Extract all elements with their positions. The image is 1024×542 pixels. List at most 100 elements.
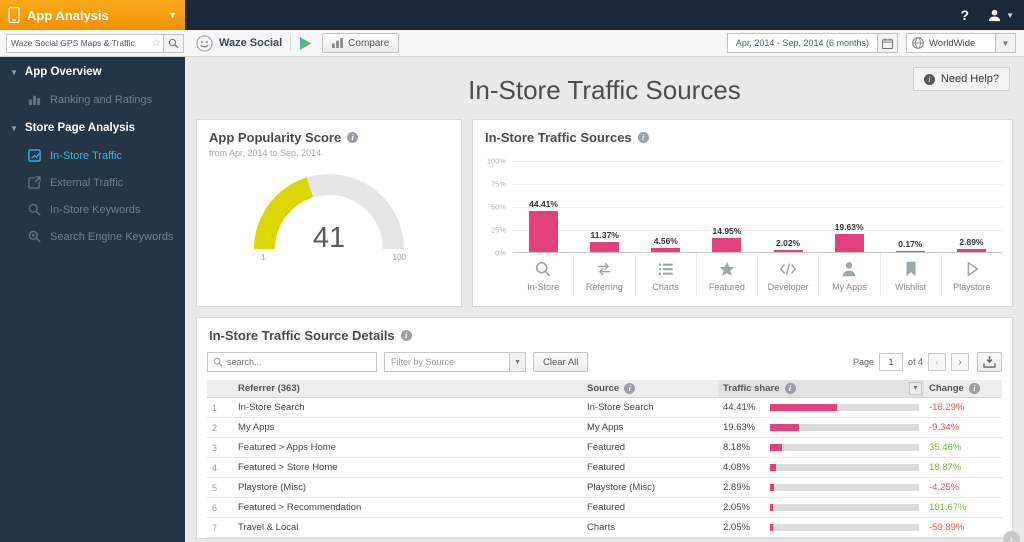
share-bar-fill	[770, 404, 837, 411]
info-icon[interactable]: i	[400, 330, 412, 341]
source-header[interactable]: Source i	[582, 380, 718, 398]
bar-chart-icon	[332, 38, 344, 48]
next-page-button[interactable]: ›	[951, 353, 969, 371]
sidebar-item-external-traffic[interactable]: External Traffic	[0, 169, 185, 196]
item-label: In-Store Traffic	[50, 149, 122, 162]
sidebar-item-ranking-and-ratings[interactable]: Ranking and Ratings	[0, 86, 185, 113]
share-bar-track	[770, 504, 919, 511]
filter-by-source-select[interactable]: Filter by Source ▼	[384, 352, 526, 372]
chevron-down-icon: ▼	[509, 353, 525, 371]
app-analysis-menu[interactable]: App Analysis ▼	[0, 0, 185, 30]
table-row[interactable]: 7 Travel & Local Charts 2.05% -59.89%	[207, 517, 1002, 538]
bar-wishlist[interactable]	[895, 251, 925, 252]
mobile-app-icon	[8, 7, 20, 23]
info-icon[interactable]: i	[784, 383, 796, 394]
clear-all-button[interactable]: Clear All	[533, 352, 589, 372]
magnifier-icon	[28, 203, 41, 216]
sidebar-section-app-overview[interactable]: ▼ App Overview	[0, 57, 185, 86]
category-in-store[interactable]: In-Store	[513, 253, 573, 296]
app-search-box: ☆	[6, 33, 184, 53]
export-button[interactable]	[977, 352, 1002, 372]
info-icon[interactable]: i	[637, 132, 649, 143]
sidebar-item-search-engine-keywords[interactable]: Search Engine Keywords	[0, 223, 185, 250]
category-playstore[interactable]: Playstore	[940, 253, 1002, 296]
external-traffic-icon	[28, 176, 41, 189]
referrer-cell: In-Store Search	[233, 397, 582, 418]
table-row[interactable]: 3 Featured > Apps Home Featured 8.18% 35…	[207, 437, 1002, 458]
favorite-star-icon[interactable]: ☆	[150, 38, 163, 49]
bar-value-label: 2.89%	[959, 237, 984, 248]
region-select[interactable]: WorldWide ▼	[906, 33, 1016, 53]
bar-featured[interactable]	[712, 238, 742, 252]
compare-button[interactable]: Compare	[322, 33, 400, 53]
bar-developer[interactable]	[773, 250, 803, 252]
search-submit-button[interactable]	[163, 34, 183, 52]
bar-charts[interactable]	[651, 247, 681, 252]
category-featured[interactable]: Featured	[695, 253, 757, 296]
app-search-input[interactable]	[7, 38, 151, 48]
bar-playstore[interactable]	[956, 249, 986, 252]
brand-title: App Analysis	[27, 7, 109, 23]
app-toolbar: ☆ Waze Social Compare Apr, 2014 - Sep, 2…	[0, 30, 1024, 57]
category-my-apps[interactable]: My Apps	[818, 253, 879, 296]
chevron-down-icon: ▼	[168, 10, 177, 20]
chevron-down-icon: ▼	[995, 34, 1015, 52]
date-range-picker[interactable]: Apr, 2014 - Sep, 2014 (6 months)	[726, 33, 898, 53]
table-row[interactable]: 1 In-Store Search In-Store Search 44.41%…	[207, 397, 1002, 418]
referrer-cell: Travel & Local	[233, 517, 582, 538]
need-help-label: Need Help?	[940, 73, 999, 85]
share-cell: 19.63%	[718, 417, 924, 438]
popularity-title: App Popularity Score	[209, 130, 342, 145]
section-label: App Overview	[24, 66, 102, 78]
sidebar-section-store-page-analysis[interactable]: ▼ Store Page Analysis	[0, 113, 185, 142]
chevron-down-icon: ▼	[10, 123, 18, 133]
plot-area: 44.41% 11.37% 4.56% 14.95% 2.02% 19.63% …	[513, 161, 1002, 253]
bar-value-label: 2.02%	[776, 238, 801, 249]
category-wishlist[interactable]: Wishlist	[879, 253, 941, 296]
section-label: Store Page Analysis	[24, 122, 136, 134]
need-help-button[interactable]: i Need Help?	[912, 67, 1010, 91]
sidebar-item-in-store-keywords[interactable]: In-Store Keywords	[0, 196, 185, 223]
info-icon[interactable]: i	[347, 132, 359, 143]
table-search-input[interactable]	[227, 357, 371, 367]
x-axis-categories: In-Store Referring Charts Featured Devel…	[513, 253, 1002, 296]
table-search-box	[207, 352, 377, 372]
share-cell: 4.08%	[718, 457, 924, 478]
bar-my-apps[interactable]	[834, 233, 864, 252]
category-referring[interactable]: Referring	[573, 253, 634, 296]
app-logo	[196, 34, 213, 52]
help-button[interactable]: ?	[961, 7, 970, 23]
share-bar-fill	[770, 504, 774, 511]
change-header[interactable]: Change i	[924, 380, 1002, 398]
traffic-share-header[interactable]: Traffic share i ▼	[718, 380, 924, 398]
user-menu[interactable]: ▼	[987, 8, 1014, 23]
table-row[interactable]: 5 Playstore (Misc) Playstore (Misc) 2.89…	[207, 477, 1002, 498]
change-cell: 181.67%	[924, 497, 1002, 518]
referrer-cell: Featured > Recommendation	[233, 497, 582, 518]
referrer-header[interactable]: Referrer (363)	[233, 380, 582, 398]
chevron-down-icon: ▼	[1006, 10, 1014, 20]
category-charts[interactable]: Charts	[634, 253, 696, 296]
change-cell: 35.46%	[924, 437, 1002, 458]
change-cell: -59.89%	[924, 517, 1002, 538]
collapse-chevron-button[interactable]: ‹	[1003, 531, 1020, 542]
bar-referring[interactable]	[590, 241, 620, 252]
page-number-input[interactable]	[878, 353, 903, 371]
prev-page-button[interactable]: ‹	[928, 353, 946, 371]
sort-chevron-icon[interactable]: ▼	[909, 382, 922, 395]
table-header-row: Referrer (363) Source i Traffic share i ▼ C…	[207, 380, 1002, 398]
table-row[interactable]: 2 My Apps My Apps 19.63% -9.34%	[207, 417, 1002, 438]
sidebar-item-in-store-traffic[interactable]: In-Store Traffic	[0, 142, 185, 169]
category-developer[interactable]: Developer	[757, 253, 818, 296]
info-icon[interactable]: i	[624, 383, 636, 394]
bar-in-store[interactable]	[529, 211, 559, 252]
info-icon[interactable]: i	[968, 383, 980, 394]
change-cell: -4.25%	[924, 477, 1002, 498]
table-controls: Filter by Source ▼ Clear All Page of 4 ‹…	[197, 343, 1012, 380]
share-cell: 2.89%	[718, 477, 924, 498]
source-cell: My Apps	[582, 417, 718, 438]
table-row[interactable]: 6 Featured > Recommendation Featured 2.0…	[207, 497, 1002, 518]
bar-value-label: 44.41%	[529, 199, 558, 210]
table-row[interactable]: 4 Featured > Store Home Featured 4.08% 1…	[207, 457, 1002, 478]
share-bar-fill	[770, 484, 775, 491]
